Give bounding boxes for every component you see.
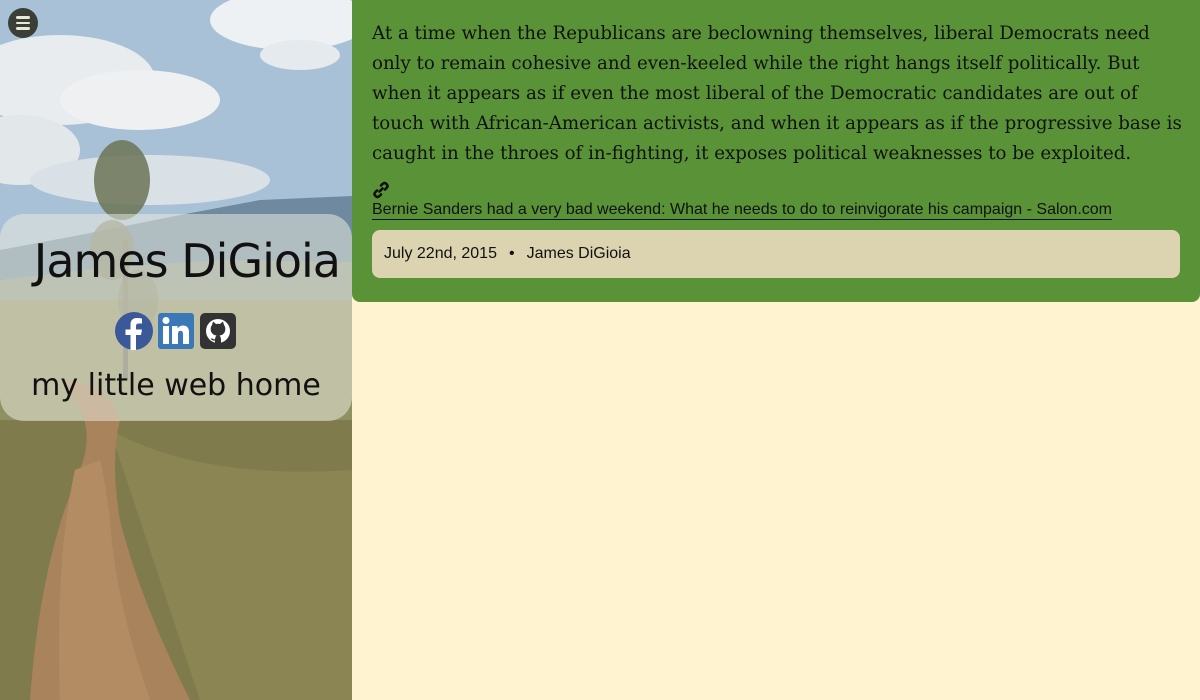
- post-author[interactable]: James DiGioia: [527, 245, 631, 263]
- facebook-icon: [115, 312, 153, 350]
- hamburger-menu-icon: [16, 16, 30, 19]
- link-icon[interactable]: [372, 181, 390, 199]
- post-card: At a time when the Republicans are beclo…: [352, 0, 1200, 302]
- linkedin-link[interactable]: [157, 312, 195, 350]
- hero-panel: James DiGioia my little web home: [0, 0, 352, 700]
- meta-separator: •: [508, 245, 515, 262]
- social-links: [0, 312, 352, 350]
- post-excerpt: At a time when the Republicans are beclo…: [372, 23, 1182, 164]
- site-title[interactable]: James DiGioia: [0, 234, 352, 288]
- github-link[interactable]: [199, 312, 237, 350]
- linkedin-icon: [158, 313, 194, 349]
- post-meta-bar: July 22nd, 2015 • James DiGioia: [372, 230, 1180, 278]
- site-tagline: my little web home: [31, 368, 321, 403]
- source-article-link[interactable]: Bernie Sanders had a very bad weekend: W…: [372, 201, 1112, 220]
- menu-button[interactable]: [8, 8, 38, 38]
- facebook-link[interactable]: [115, 312, 153, 350]
- post-date[interactable]: July 22nd, 2015: [384, 245, 497, 263]
- identity-card: James DiGioia my little web home: [0, 214, 352, 421]
- github-icon: [200, 313, 236, 349]
